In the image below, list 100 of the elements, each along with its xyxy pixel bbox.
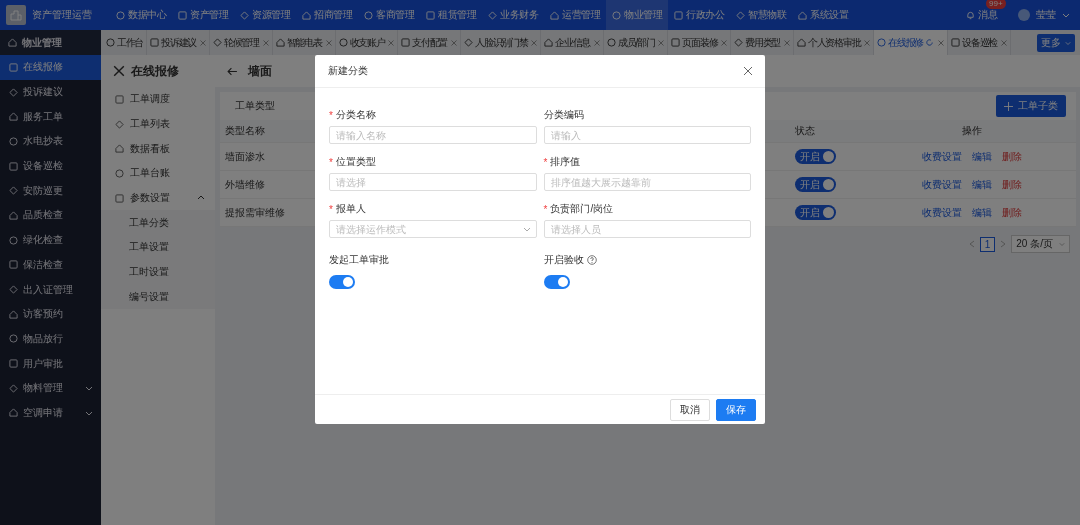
status-toggle[interactable]: 开启 <box>795 205 836 220</box>
submenu-title: 在线报修 <box>131 62 179 80</box>
sidebar-item[interactable]: 设备巡检 <box>0 153 101 179</box>
circle-icon <box>9 136 18 146</box>
add-button[interactable]: 工单子类 <box>996 95 1066 117</box>
sidebar-item[interactable]: 安防巡更 <box>0 178 101 204</box>
input-field[interactable]: 请选择 <box>329 173 537 191</box>
nav-tab[interactable]: 运营管理 <box>544 0 606 30</box>
nav-tab[interactable]: 业务财务 <box>482 0 544 30</box>
previous-page-icon[interactable] <box>968 240 975 248</box>
notification-badge: 99+ <box>986 0 1006 9</box>
action-link[interactable]: 删除 <box>1002 149 1022 164</box>
action-link[interactable]: 编辑 <box>972 149 992 164</box>
sidebar-item[interactable]: 访客预约 <box>0 301 101 327</box>
sidebar-item[interactable]: 保洁检查 <box>0 252 101 278</box>
sidebar-item[interactable]: 空调申请 <box>0 400 101 426</box>
nav-tab[interactable]: 数据中心 <box>110 0 172 30</box>
close-icon[interactable] <box>743 66 753 76</box>
cancel-button[interactable]: 取消 <box>670 398 710 421</box>
circle-icon <box>9 334 18 344</box>
sidebar-item[interactable]: 绿化检查 <box>0 227 101 253</box>
next-page-icon[interactable] <box>1000 240 1007 248</box>
action-link[interactable]: 编辑 <box>972 205 992 220</box>
sidebar-item[interactable]: 服务工单 <box>0 104 101 130</box>
submenu-item[interactable]: 参数设置 <box>101 185 215 211</box>
sidebar-item[interactable]: 在线报修 <box>0 55 101 80</box>
submenu-item[interactable]: 工单分类 <box>101 210 215 236</box>
action-link[interactable]: 收费设置 <box>922 177 962 192</box>
nav-tab[interactable]: 招商管理 <box>296 0 358 30</box>
submenu-item[interactable]: 数据看板 <box>101 136 215 162</box>
nav-tab[interactable]: 资产管理 <box>172 0 234 30</box>
diamond-icon <box>736 10 745 20</box>
caret-icon <box>1062 11 1070 19</box>
action-link[interactable]: 收费设置 <box>922 149 962 164</box>
nav-tab[interactable]: 资源管理 <box>234 0 296 30</box>
page-tab[interactable]: 在线报修 <box>874 30 949 55</box>
sidebar-item[interactable]: 用户审批 <box>0 351 101 376</box>
page-size-select[interactable]: 20 条/页 <box>1011 235 1070 253</box>
sidebar-item[interactable]: 水电抄表 <box>0 129 101 154</box>
notifications-label[interactable]: 消息 <box>978 8 998 22</box>
square-icon <box>674 10 683 20</box>
action-link[interactable]: 删除 <box>1002 177 1022 192</box>
status-toggle[interactable]: 开启 <box>795 177 836 192</box>
bell-icon[interactable] <box>966 10 975 20</box>
action-link[interactable]: 编辑 <box>972 177 992 192</box>
nav-tab[interactable]: 智慧物联 <box>730 0 792 30</box>
circle-icon <box>116 10 125 20</box>
back-arrow-icon[interactable] <box>227 65 238 77</box>
circle-icon <box>9 235 18 245</box>
square-icon <box>951 38 961 47</box>
submenu-item[interactable]: 工时设置 <box>101 259 215 285</box>
logo-icon <box>6 5 26 25</box>
field-label: 分类编码 <box>543 108 585 122</box>
square-icon <box>9 260 18 270</box>
table-tab[interactable]: 工单类型 <box>235 99 275 113</box>
submenu-item[interactable]: 编号设置 <box>101 284 215 310</box>
action-link[interactable]: 收费设置 <box>922 205 962 220</box>
sidebar-item[interactable]: 出入证管理 <box>0 277 101 302</box>
sidebar-title: 物业管理 <box>22 35 62 50</box>
status-toggle[interactable]: 开启 <box>795 149 836 164</box>
nav-tab[interactable]: 租赁管理 <box>420 0 482 30</box>
sidebar-item[interactable]: 物料管理 <box>0 375 101 401</box>
circle-icon <box>338 38 348 47</box>
house-icon <box>8 38 17 47</box>
submenu-item[interactable]: 工单设置 <box>101 235 215 260</box>
close-icon[interactable] <box>938 39 945 46</box>
square-icon <box>178 10 187 20</box>
page-number[interactable]: 1 <box>979 236 996 252</box>
toggle-switch[interactable] <box>329 275 355 289</box>
save-button[interactable]: 保存 <box>716 398 756 421</box>
diamond-icon <box>9 285 18 295</box>
diamond-icon <box>734 38 744 47</box>
nav-tab[interactable]: 客商管理 <box>358 0 420 30</box>
sidebar-item[interactable]: 品质检查 <box>0 203 101 228</box>
submenu-item[interactable]: 工单列表 <box>101 111 215 137</box>
user-name[interactable]: 莹莹 <box>1036 8 1056 22</box>
input-field[interactable]: 请输入名称 <box>329 126 537 144</box>
square-icon <box>9 62 18 72</box>
action-link[interactable]: 删除 <box>1002 205 1022 220</box>
more-button[interactable]: 更多 <box>1037 33 1075 52</box>
help-icon[interactable] <box>586 255 597 265</box>
sidebar-item[interactable]: 物品放行 <box>0 326 101 352</box>
submenu-item[interactable]: 工单调度 <box>101 87 215 112</box>
avatar-icon[interactable] <box>1018 9 1030 21</box>
diamond-icon <box>212 38 222 47</box>
nav-tab[interactable]: 系统设置 <box>792 0 854 30</box>
chevron-down-icon <box>85 384 93 393</box>
circle-icon <box>364 10 373 20</box>
dialog-title: 新建分类 <box>328 64 368 78</box>
house-icon <box>302 10 311 20</box>
house-icon <box>550 10 559 20</box>
input-field[interactable]: 请选择人员 <box>543 220 751 238</box>
nav-tab[interactable]: 行政办公 <box>668 0 730 30</box>
diamond-icon <box>115 119 124 129</box>
input-field[interactable]: 请输入 <box>543 126 751 144</box>
toggle-switch[interactable] <box>543 275 570 289</box>
circle-icon <box>612 10 621 20</box>
submenu-item[interactable]: 工单台账 <box>101 161 215 186</box>
refresh-icon[interactable] <box>925 38 935 47</box>
switch-label: 开启验收 <box>543 253 584 267</box>
